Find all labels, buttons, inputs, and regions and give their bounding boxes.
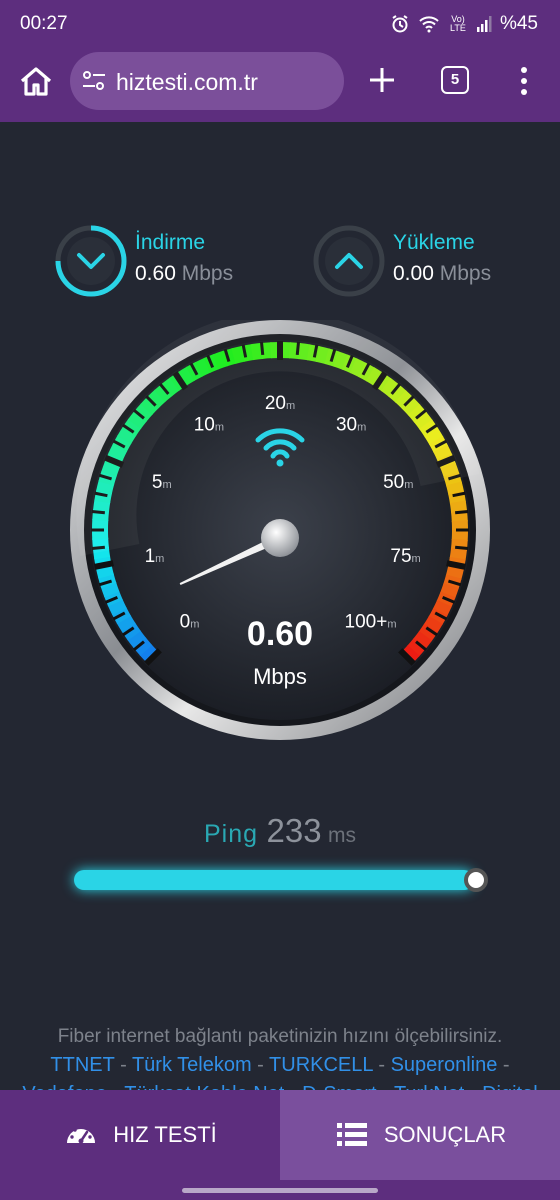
download-value-line: 0.60 Mbps (135, 262, 233, 286)
speed-gauge: 0m1m5m10m20m30m50m75m100+m 0.60 Mbps (70, 320, 490, 740)
ping-unit: ms (328, 824, 356, 847)
address-bar[interactable]: hiztesti.com.tr (70, 52, 344, 110)
gauge-arc-segment (449, 547, 467, 561)
upload-label: Yükleme (393, 231, 475, 254)
gauge-arc-segment (446, 481, 465, 496)
site-settings-icon[interactable] (82, 70, 106, 92)
gauge-arc-segment (107, 598, 127, 616)
bottom-tab-bar: HIZ TESTİ SONUÇLAR (0, 1090, 560, 1180)
gesture-handle[interactable] (182, 1188, 378, 1193)
tab-results-label[interactable]: SONUÇLAR (384, 1122, 506, 1148)
status-icons: Vo) LTE %45 (390, 13, 538, 35)
gauge-arc-segment (412, 631, 433, 650)
gauge-tick (94, 560, 114, 570)
gauge-arc-segment (127, 630, 147, 649)
download-card: İndirme 0.60 Mbps (54, 224, 274, 304)
provider-link-ttnet[interactable]: TTNET (50, 1054, 114, 1076)
gauge-arc-segment (100, 581, 120, 598)
download-icon (55, 225, 127, 297)
list-icon (336, 1123, 367, 1146)
volte-icon: Vo) LTE (450, 14, 466, 33)
gauge-tick (446, 560, 466, 570)
download-unit: Mbps (181, 262, 234, 285)
ping-label: Ping (203, 820, 259, 848)
provider-link-superonline[interactable]: Superonline (391, 1054, 498, 1076)
plus-icon[interactable] (366, 64, 398, 96)
ping-progress-bar (74, 868, 488, 892)
provider-links: TTNET - Türk Telekom - TURKCELL - Supero… (50, 1054, 510, 1076)
url-text[interactable]: hiztesti.com.tr (116, 69, 258, 96)
home-icon[interactable] (16, 62, 56, 102)
battery-percent: %45 (499, 13, 538, 34)
ping-progress-knob (464, 868, 488, 892)
download-value: 0.60 (135, 262, 176, 285)
ping-progress-fill (74, 870, 474, 890)
provider-link-turkcell[interactable]: TURKCELL (269, 1054, 373, 1076)
gauge-arc-segment (440, 583, 459, 599)
upload-icon (313, 225, 385, 297)
gauge-unit: Mbps (253, 664, 307, 689)
footer-description: Fiber internet bağlantı paketinizin hızı… (57, 1026, 503, 1047)
gauge-hub (261, 519, 299, 557)
status-time: 00:27 (20, 13, 68, 34)
tabs-button[interactable]: 5 (441, 66, 469, 94)
status-bar: 00:27 Vo) LTE %45 (0, 0, 560, 46)
gauge-tick (455, 509, 469, 515)
upload-unit: Mbps (439, 262, 492, 285)
upload-value-line: 0.00 Mbps (393, 262, 491, 286)
gauge-arc-segment (116, 614, 136, 633)
browser-toolbar: hiztesti.com.tr 5 (0, 46, 560, 122)
tab-results[interactable]: SONUÇLAR (280, 1090, 560, 1180)
download-label: İndirme (135, 231, 206, 254)
wifi-icon (419, 16, 439, 33)
provider-link-turk-telekom[interactable]: Türk Telekom (132, 1054, 252, 1076)
overflow-menu-icon[interactable] (518, 66, 530, 96)
gauge-arc-segment (423, 615, 443, 634)
signal-icon (476, 16, 492, 32)
gauge-value: 0.60 (247, 615, 313, 653)
gauge-tick (455, 545, 469, 551)
ping-readout: Ping 233 ms (0, 812, 560, 850)
tab-speed-test-label[interactable]: HIZ TESTİ (113, 1122, 217, 1148)
tab-speed-test[interactable]: HIZ TESTİ (0, 1090, 280, 1180)
alarm-icon (392, 15, 408, 33)
system-nav-strip (0, 1180, 560, 1200)
gauge-arc-segment (432, 599, 452, 617)
gauge-arc-segment (445, 565, 464, 580)
ping-value: 233 (266, 812, 322, 849)
speedometer-icon (67, 1125, 96, 1144)
upload-value: 0.00 (393, 262, 434, 285)
upload-card: Yükleme 0.00 Mbps (312, 224, 532, 304)
gauge-arc-segment (449, 500, 468, 514)
